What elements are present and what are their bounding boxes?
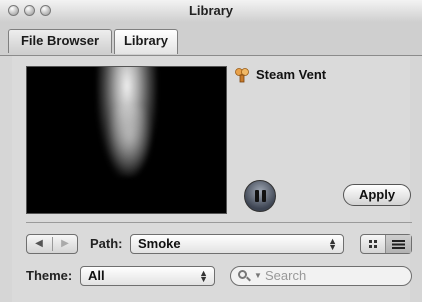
search-menu-caret-icon[interactable]: ▼ (254, 272, 262, 280)
path-select-value: Smoke (138, 236, 181, 251)
preview-viewer (26, 66, 227, 214)
forward-arrow-icon[interactable]: ▶ (59, 238, 71, 250)
path-label: Path: (90, 236, 123, 251)
icon-view-button[interactable] (361, 235, 386, 253)
steam-preview-wisp (107, 107, 152, 177)
nav-separator (52, 237, 53, 251)
pause-button[interactable] (244, 180, 276, 212)
library-window: Library File Browser Library Steam Vent … (0, 0, 422, 302)
tab-file-browser[interactable]: File Browser (8, 29, 112, 53)
search-field[interactable]: ▼ Search (230, 266, 412, 286)
pause-icon-bar (262, 190, 266, 202)
divider (26, 222, 412, 223)
tab-library[interactable]: Library (114, 29, 178, 54)
list-view-button[interactable] (385, 235, 411, 253)
theme-select-value: All (88, 268, 105, 283)
steam-particle-icon (235, 68, 249, 83)
grid-view-icon (369, 240, 377, 248)
back-forward-buttons: ◀ ▶ (26, 234, 78, 254)
select-arrows-icon: ▲ ▼ (328, 236, 337, 252)
apply-button[interactable]: Apply (343, 184, 411, 206)
search-icon-handle (246, 276, 251, 282)
window-title: Library (188, 3, 234, 18)
back-arrow-icon[interactable]: ◀ (33, 238, 45, 250)
search-placeholder: Search (265, 268, 307, 283)
theme-label: Theme: (26, 268, 73, 283)
item-name: Steam Vent (256, 67, 327, 82)
select-arrows-icon: ▲ ▼ (199, 268, 208, 284)
view-toggle (360, 234, 412, 254)
list-view-icon (392, 240, 405, 249)
tab-bar: File Browser Library (0, 22, 422, 56)
theme-select[interactable]: All ▲ ▼ (80, 266, 215, 286)
pause-icon (255, 190, 259, 202)
path-select[interactable]: Smoke ▲ ▼ (130, 234, 344, 254)
title-bar: Library (0, 0, 422, 23)
